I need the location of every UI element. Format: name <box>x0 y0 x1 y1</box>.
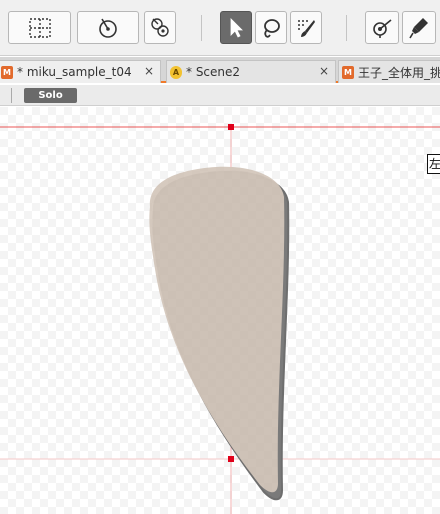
lasso-tool-icon <box>264 18 280 38</box>
brush-select-button[interactable] <box>290 11 322 44</box>
guide-handle-top[interactable] <box>228 124 234 130</box>
warp-deformer-icon <box>28 17 51 38</box>
brush-select-icon <box>298 19 315 37</box>
rotation-deformer-icon <box>99 18 117 38</box>
model-file-icon: M <box>342 65 354 79</box>
document-tab-bar: M * miku_sample_t04 × A * Scene2 × M 王子_… <box>0 57 440 83</box>
model-file-icon: M <box>1 65 13 79</box>
close-tab-icon[interactable]: × <box>319 64 329 78</box>
guide-handle-bottom[interactable] <box>228 456 234 462</box>
solo-button[interactable]: Solo <box>24 88 77 103</box>
arrow-tool-button[interactable] <box>220 11 252 44</box>
warp-deformer-button[interactable] <box>8 11 71 44</box>
animation-scene-icon: A <box>170 65 182 79</box>
canvas-drawing <box>0 107 440 514</box>
tab-label: * Scene2 <box>186 65 241 79</box>
arrow-tool-icon <box>230 17 243 38</box>
tab-miku-sample[interactable]: M * miku_sample_t04 × <box>0 60 161 83</box>
rotation-deformer-button[interactable] <box>77 11 139 44</box>
parameter-label: 左 <box>427 154 440 174</box>
glue-button[interactable] <box>144 11 176 44</box>
lasso-tool-button[interactable] <box>255 11 287 44</box>
toolbar-separator <box>346 15 347 41</box>
divider <box>11 88 12 103</box>
tab-label: 王子_全体用_挑 <box>358 65 440 80</box>
model-canvas[interactable] <box>0 107 440 514</box>
glue-icon <box>151 17 169 37</box>
toolbar <box>0 0 440 56</box>
mesh-edit-button[interactable] <box>365 11 399 44</box>
pen-tool-button[interactable] <box>402 11 436 44</box>
tab-prince-model[interactable]: M 王子_全体用_挑 <box>338 60 440 83</box>
mesh-edit-icon <box>373 18 392 38</box>
close-tab-icon[interactable]: × <box>144 64 154 78</box>
pen-tool-icon <box>409 17 428 38</box>
toolbar-separator <box>201 15 202 41</box>
view-options-bar: Solo <box>0 85 440 106</box>
tab-scene2[interactable]: A * Scene2 × <box>166 60 336 83</box>
tab-label: * miku_sample_t04 <box>17 65 132 79</box>
